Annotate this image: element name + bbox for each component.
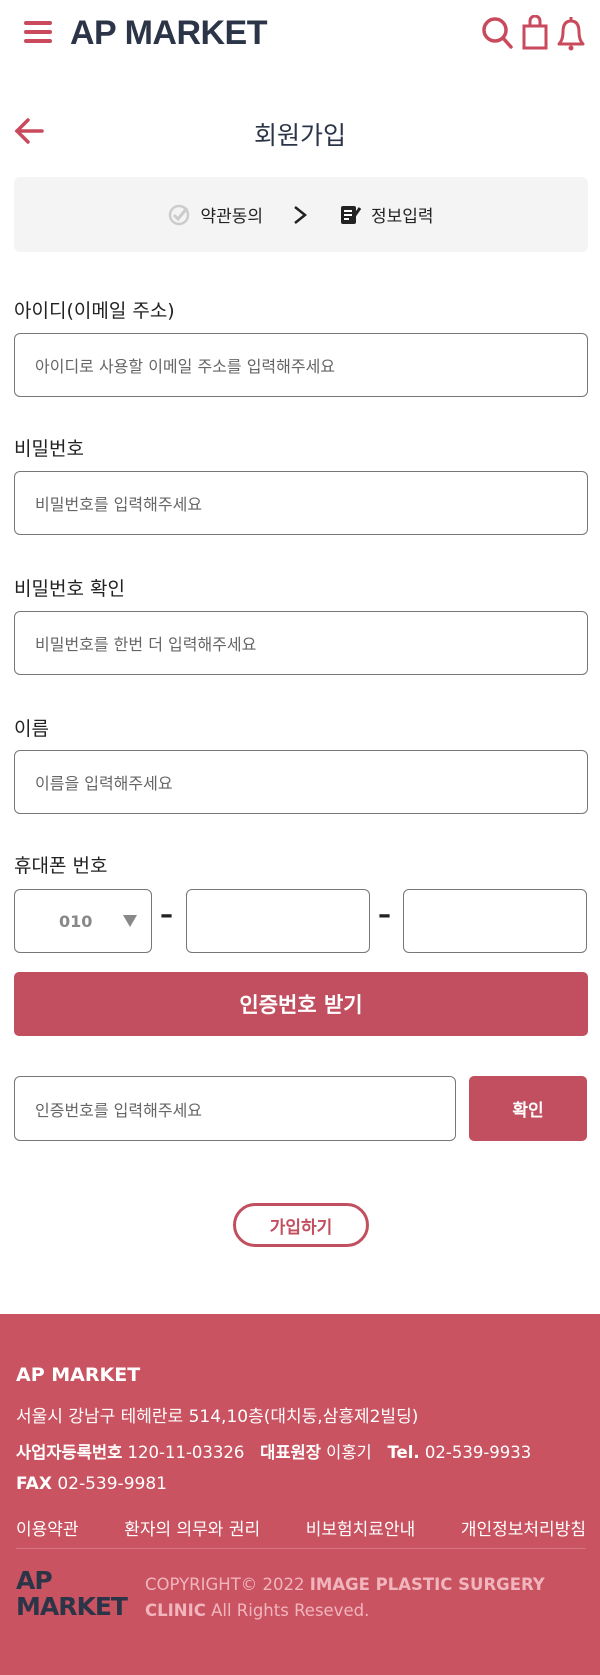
phone-last-input[interactable] — [403, 889, 587, 953]
verification-code-input[interactable]: 인증번호를 입력해주세요 — [14, 1076, 456, 1141]
chevron-right-icon — [294, 205, 308, 224]
footer-address: 서울시 강남구 테헤란로 514,10층(대치동,삼흥제2빌딩) — [16, 1407, 419, 1427]
brand-logo[interactable]: AP MARKET — [70, 14, 268, 53]
footer-brand: AP MARKET — [16, 1364, 141, 1386]
phone-dash: – — [160, 900, 173, 930]
footer-link-privacy[interactable]: 개인정보처리방침 — [461, 1515, 586, 1540]
send-code-button[interactable]: 인증번호 받기 — [14, 972, 588, 1036]
name-input[interactable]: 이름을 입력해주세요 — [14, 750, 588, 814]
confirm-code-button[interactable]: 확인 — [469, 1076, 587, 1141]
step-info-label: 정보입력 — [371, 207, 434, 227]
step-terms: 약관동의 — [168, 202, 263, 227]
step-terms-label: 약관동의 — [200, 207, 263, 227]
fax-label: FAX — [16, 1474, 52, 1494]
edit-document-icon — [341, 205, 361, 224]
check-circle-icon — [169, 204, 190, 225]
footer-divider — [16, 1548, 586, 1549]
dropdown-triangle-icon — [123, 915, 137, 927]
email-label: 아이디(이메일 주소) — [14, 300, 175, 322]
search-icon[interactable] — [480, 15, 514, 51]
email-input[interactable]: 아이디로 사용할 이메일 주소를 입력해주세요 — [14, 333, 588, 397]
footer-logo: AP MARKET — [16, 1566, 128, 1621]
biz-number: 120-11-03326 — [127, 1443, 245, 1462]
fax-number: 02-539-9981 — [57, 1474, 167, 1494]
phone-prefix-value: 010 — [59, 911, 93, 931]
name-label: 이름 — [14, 718, 49, 740]
signup-button[interactable]: 가입하기 — [233, 1203, 369, 1247]
footer-links: 이용약관 환자의 의무와 권리 비보험치료안내 개인정보처리방침 — [16, 1515, 586, 1540]
footer-link-patient-rights[interactable]: 환자의 의무와 권리 — [124, 1515, 260, 1540]
tel-number: 02-539-9933 — [424, 1443, 532, 1462]
ceo-label: 대표원장 — [260, 1443, 321, 1462]
footer-business-info: 사업자등록번호 120-11-03326 대표원장 이홍기 Tel. 02-53… — [16, 1439, 531, 1463]
step-info: 정보입력 — [339, 202, 434, 227]
signup-steps: 약관동의 정보입력 — [14, 177, 588, 252]
bell-icon[interactable] — [555, 14, 587, 52]
tel-label: Tel. — [387, 1443, 420, 1462]
password-input[interactable]: 비밀번호를 입력해주세요 — [14, 471, 588, 535]
footer-link-terms[interactable]: 이용약관 — [16, 1515, 79, 1540]
footer-fax: FAX 02-539-9981 — [16, 1474, 167, 1494]
footer-link-noninsured[interactable]: 비보험치료안내 — [306, 1515, 415, 1540]
password-confirm-label: 비밀번호 확인 — [14, 578, 125, 600]
password-label: 비밀번호 — [14, 438, 84, 460]
page-title: 회원가입 — [253, 121, 346, 150]
copyright-suffix: All Rights Reseved. — [205, 1601, 370, 1620]
shopping-bag-icon[interactable] — [521, 15, 549, 51]
phone-dash: – — [378, 900, 391, 930]
menu-icon[interactable] — [24, 20, 52, 44]
copyright-prefix: COPYRIGHT© 2022 — [145, 1575, 310, 1594]
footer-logo-line2: MARKET — [16, 1592, 128, 1621]
ceo-name: 이홍기 — [326, 1443, 372, 1462]
top-header: AP MARKET — [0, 0, 600, 70]
phone-middle-input[interactable] — [186, 889, 370, 953]
footer-logo-line1: AP — [16, 1566, 53, 1595]
footer: AP MARKET 서울시 강남구 테헤란로 514,10층(대치동,삼흥제2빌… — [0, 1314, 600, 1675]
phone-label: 휴대폰 번호 — [14, 855, 108, 877]
phone-prefix-select[interactable]: 010 — [14, 889, 152, 953]
footer-copyright: COPYRIGHT© 2022 IMAGE PLASTIC SURGERY CL… — [145, 1572, 585, 1624]
password-confirm-input[interactable]: 비밀번호를 한번 더 입력해주세요 — [14, 611, 588, 675]
biz-label: 사업자등록번호 — [16, 1443, 123, 1462]
